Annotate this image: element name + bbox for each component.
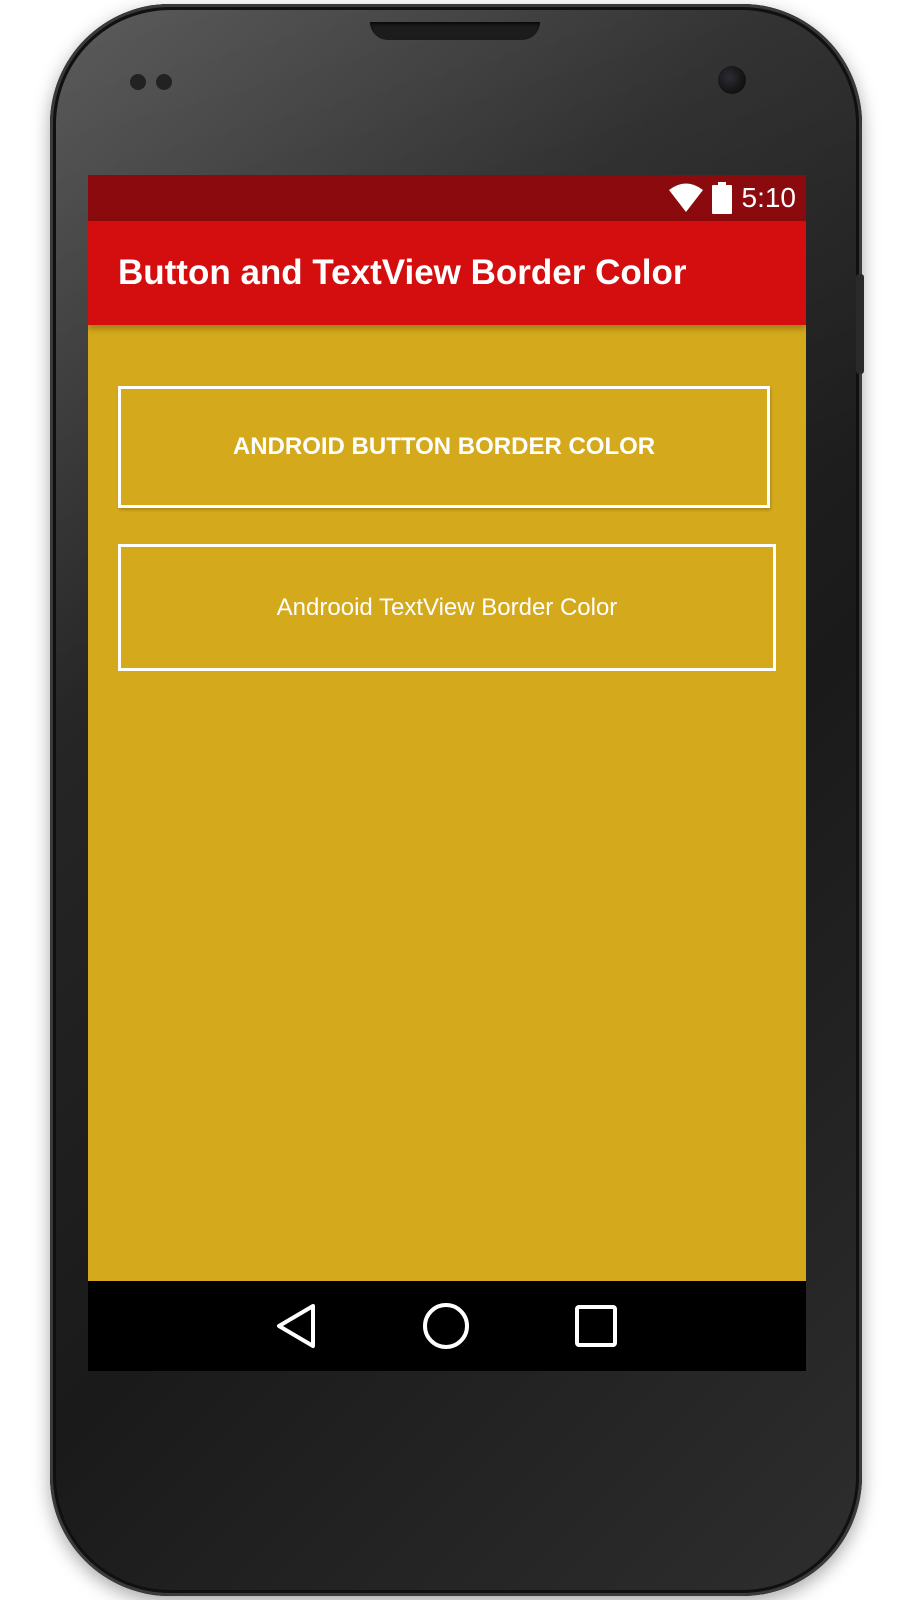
recents-icon: [575, 1305, 617, 1347]
status-bar: 5:10: [88, 175, 806, 221]
light-sensor: [156, 74, 172, 90]
content-area: ANDROID BUTTON BORDER COLOR Androoid Tex…: [88, 325, 806, 1281]
wifi-icon: [668, 183, 703, 212]
proximity-sensor: [130, 74, 146, 90]
app-title: Button and TextView Border Color: [118, 253, 687, 292]
back-icon: [277, 1304, 315, 1348]
recents-button[interactable]: [569, 1299, 623, 1353]
back-button[interactable]: [269, 1299, 323, 1353]
earpiece-speaker: [370, 22, 540, 40]
battery-icon: [711, 182, 732, 214]
status-time: 5:10: [741, 182, 797, 213]
app-bar: Button and TextView Border Color: [88, 221, 806, 325]
power-button: [856, 274, 864, 374]
navigation-bar: [88, 1281, 806, 1371]
android-button[interactable]: ANDROID BUTTON BORDER COLOR: [118, 386, 770, 508]
home-icon: [423, 1303, 469, 1349]
status-icons: 5:10: [668, 175, 797, 221]
front-camera: [718, 66, 746, 94]
device-screen: 5:10 Button and TextView Border Color AN…: [88, 175, 806, 1371]
android-textview: Androoid TextView Border Color: [118, 544, 776, 671]
home-button[interactable]: [419, 1299, 473, 1353]
